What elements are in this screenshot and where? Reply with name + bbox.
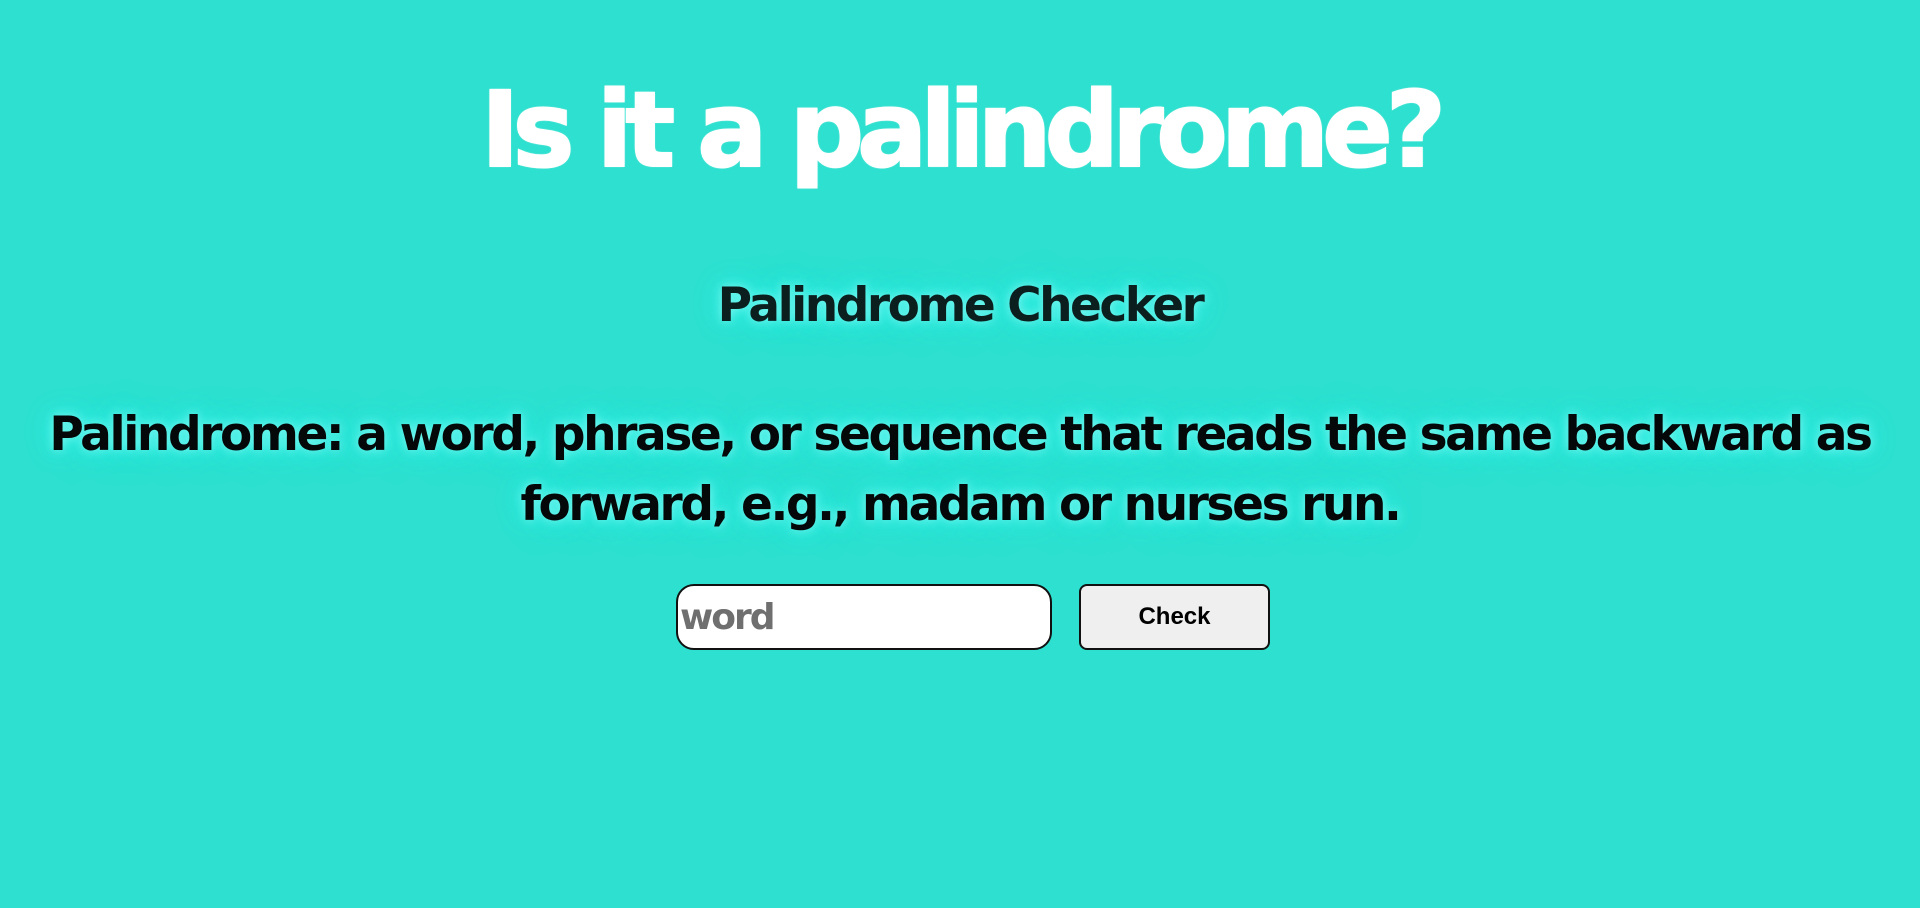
palindrome-definition: Palindrome: a word, phrase, or sequence … (49, 407, 1873, 532)
page: Is it a palindrome? Palindrome Checker P… (0, 0, 1920, 908)
check-form: Check (676, 584, 1270, 650)
check-button[interactable]: Check (1079, 584, 1270, 650)
page-title: Is it a palindrome? (480, 69, 1447, 191)
word-input[interactable] (676, 584, 1052, 650)
app-subtitle: Palindrome Checker (717, 278, 1205, 333)
